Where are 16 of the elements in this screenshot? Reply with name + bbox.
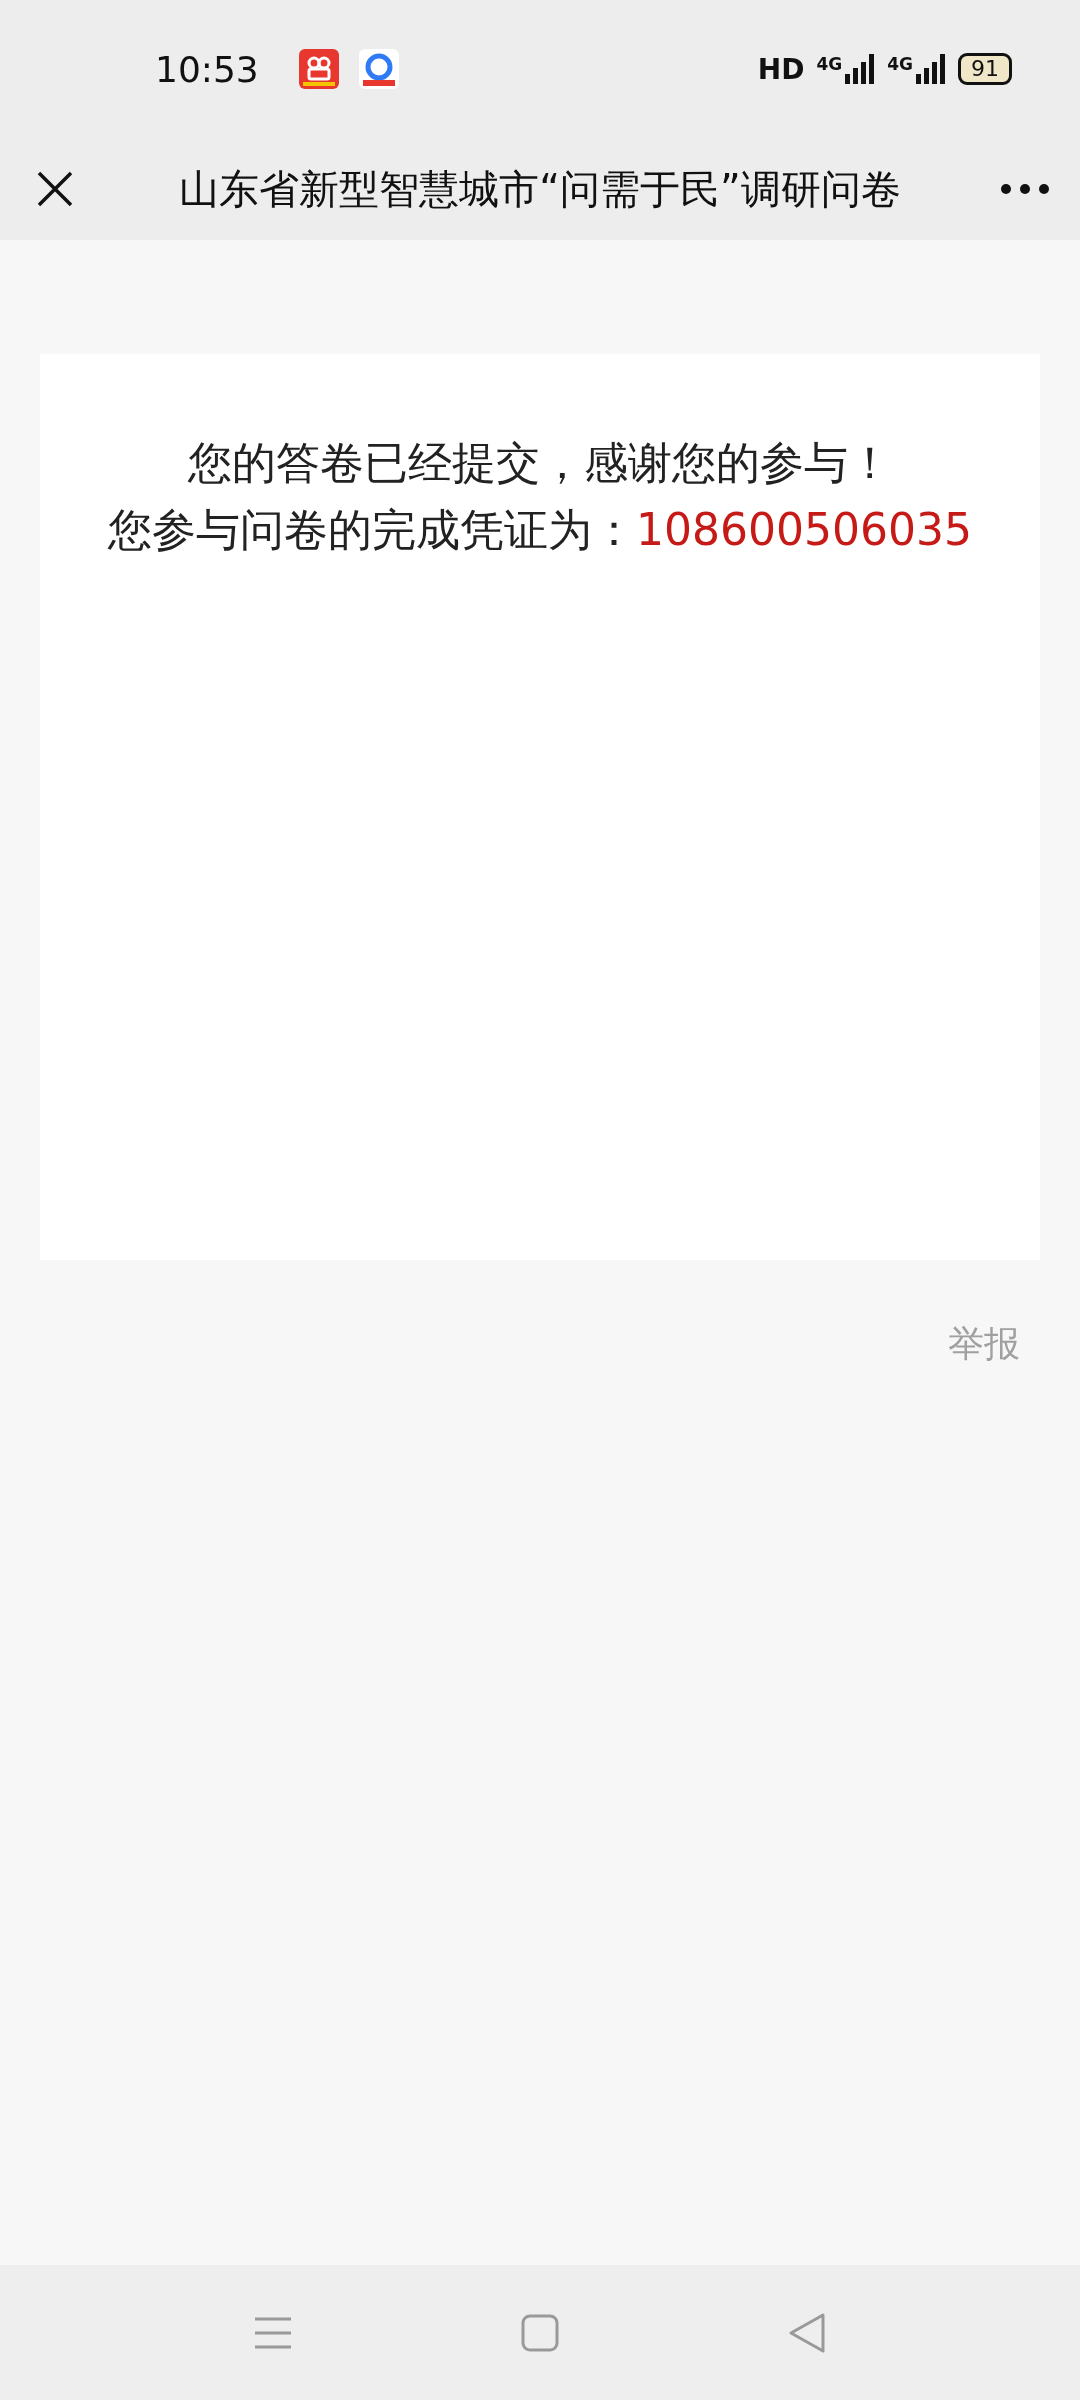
more-icon[interactable] bbox=[1000, 183, 1050, 195]
code-label: 您参与问卷的完成凭证为： bbox=[108, 503, 637, 557]
report-link[interactable]: 举报 bbox=[948, 1320, 1020, 1369]
status-time: 10:53 bbox=[155, 48, 259, 90]
app-icon bbox=[298, 49, 339, 89]
battery-level: 91 bbox=[958, 53, 1012, 85]
close-icon[interactable] bbox=[36, 170, 74, 208]
app-icon bbox=[358, 49, 399, 89]
signal-icon bbox=[916, 54, 946, 84]
page-title: 山东省新型智慧城市“问需于民”调研问卷 bbox=[178, 164, 902, 214]
signal-label: 4G bbox=[816, 54, 843, 74]
signal-icon bbox=[845, 54, 876, 84]
network-label: HD bbox=[757, 52, 805, 86]
thanks-message: 您的答卷已经提交，感谢您的参与！ bbox=[188, 436, 892, 490]
signal-label: 4G bbox=[887, 54, 913, 74]
completion-code: 108600506035 bbox=[636, 504, 972, 555]
